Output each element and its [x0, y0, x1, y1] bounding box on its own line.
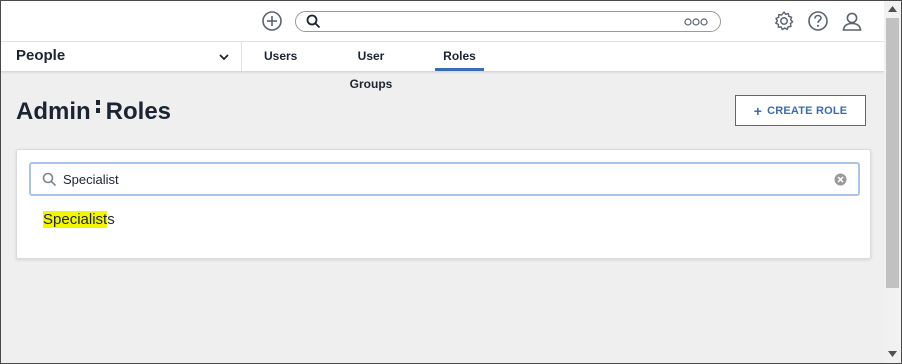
page-title-page: Roles	[105, 98, 172, 125]
roles-search-input[interactable]	[63, 169, 823, 189]
module-label: People	[16, 47, 66, 64]
tab-users[interactable]: Users	[264, 42, 297, 71]
gear-icon[interactable]	[773, 10, 795, 32]
chevron-down-icon	[219, 54, 229, 61]
module-select[interactable]: People	[1, 42, 242, 71]
nav-bar: People Users User Groups Roles	[1, 42, 884, 91]
user-icon[interactable]	[841, 10, 863, 32]
roles-search-card: Specialist s	[16, 149, 871, 259]
scroll-up-icon[interactable]	[888, 6, 897, 12]
match-rest: s	[107, 211, 115, 228]
roles-search-field[interactable]	[29, 162, 860, 196]
global-search-input[interactable]	[295, 11, 721, 32]
scroll-down-icon[interactable]	[888, 351, 897, 357]
scrollbar-thumb[interactable]	[886, 18, 899, 288]
more-icon[interactable]	[684, 17, 708, 27]
page-title: Admin Roles	[16, 98, 171, 126]
page-title-section: Admin	[16, 98, 91, 125]
create-role-button[interactable]: + CREATE ROLE	[735, 95, 866, 126]
search-icon	[42, 172, 57, 187]
plus-icon: +	[753, 102, 763, 119]
help-icon[interactable]	[807, 10, 829, 32]
tab-roles[interactable]: Roles	[435, 42, 484, 71]
match-highlight: Specialist	[43, 211, 108, 228]
top-bar	[1, 1, 884, 42]
scrollbar[interactable]	[884, 1, 901, 363]
title-separator	[95, 97, 100, 116]
search-icon	[306, 14, 321, 29]
clear-icon[interactable]	[834, 173, 847, 186]
create-role-label: CREATE ROLE	[767, 104, 848, 117]
app-window: People Users User Groups Roles Admin Role…	[0, 0, 902, 364]
tab-user-groups[interactable]: User Groups	[337, 42, 405, 91]
search-result-item[interactable]: Specialists	[43, 211, 115, 228]
add-circle-icon[interactable]	[261, 10, 283, 32]
